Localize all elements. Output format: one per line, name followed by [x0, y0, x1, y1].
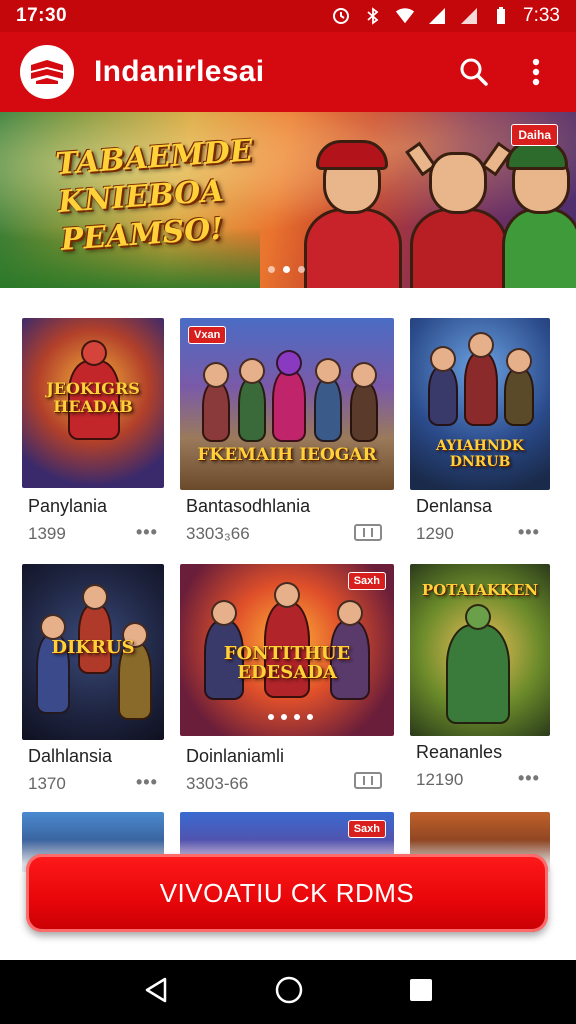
banner-title: TABAEMDE KNIEBOA PEAMSO! [54, 130, 291, 260]
app-title: Indanirlesai [94, 55, 265, 88]
game-meta: 3303-66 [186, 774, 249, 793]
app-root: 17:30 7:33 Indanirlesai TABAEMDE KNIEBOA… [0, 0, 576, 1024]
game-thumbnail-title: FKEMAIH IEOGAR [197, 445, 377, 465]
game-meta: 3303₃66 [186, 524, 250, 543]
game-thumbnail: AYIAHNDK DNRUB [410, 318, 550, 490]
cta-label: VIVOATIU CK RDMS [159, 877, 415, 908]
search-icon [460, 58, 488, 86]
game-card[interactable]: AYIAHNDK DNRUB Denlansa 1290 ••• [410, 318, 556, 558]
more-horizontal-icon[interactable]: ••• [136, 522, 158, 543]
game-thumbnail: FKEMAIH IEOGAR Vxan [180, 318, 394, 490]
search-button[interactable] [454, 52, 494, 92]
recents-button[interactable] [409, 978, 433, 1007]
game-card[interactable]: FONTITHUE EDESADA Saxh Doinlaniamli 3303… [180, 564, 396, 804]
status-bar: 17:30 7:33 [0, 0, 576, 32]
game-card[interactable]: DIKRUS Dalhlansia 1370 ••• [22, 564, 168, 804]
app-logo [20, 45, 74, 99]
more-vertical-icon [532, 58, 540, 86]
back-triangle-icon [145, 977, 166, 1002]
more-horizontal-icon[interactable]: ••• [136, 772, 158, 793]
gamepad-logo-icon [31, 60, 63, 84]
bluetooth-icon [363, 6, 383, 26]
status-time: 17:30 [16, 5, 68, 26]
app-bar: Indanirlesai [0, 32, 576, 112]
banner-character-3 [496, 134, 576, 288]
game-thumbnail: FONTITHUE EDESADA Saxh [180, 564, 394, 736]
pager-dot[interactable] [298, 266, 305, 273]
game-name: Reananles [416, 742, 503, 762]
game-name: Doinlaniamli [186, 746, 285, 766]
game-thumbnail-title: FONTITHUE EDESADA [223, 643, 351, 683]
more-horizontal-icon[interactable]: ••• [518, 768, 540, 789]
game-badge: Saxh [347, 572, 386, 590]
game-name: Denlansa [416, 496, 493, 516]
banner-character-1 [298, 134, 408, 288]
app-bar-actions [454, 52, 556, 92]
thumbnail-pager [268, 714, 313, 720]
game-thumbnail-title: POTAIAKKEN [421, 581, 539, 599]
game-card[interactable]: JEOKIGRS HEADAB Panylania 1399 ••• [22, 318, 168, 558]
game-name: Panylania [28, 496, 108, 516]
recents-square-icon [410, 978, 433, 1001]
game-badge: Saxh [347, 820, 386, 838]
game-meta: 1399 [28, 524, 66, 543]
overflow-menu-button[interactable] [516, 52, 556, 92]
game-badge: Vxan [188, 326, 227, 344]
game-thumbnail: POTAIAKKEN [410, 564, 550, 736]
alarm-icon [331, 6, 351, 26]
pager-dot-active[interactable] [283, 266, 290, 273]
status-icons: 7:33 [331, 5, 560, 27]
home-button[interactable] [274, 975, 304, 1010]
more-horizontal-icon[interactable]: ••• [518, 522, 540, 543]
banner-badge: Daiha [511, 124, 558, 146]
banner-pager [268, 266, 305, 273]
home-circle-icon [275, 976, 303, 1003]
game-name: Bantasodhlania [186, 496, 311, 516]
battery-icon [491, 6, 511, 26]
game-thumbnail-title: AYIAHNDK DNRUB [436, 438, 524, 470]
game-thumbnail-title: DIKRUS [51, 637, 135, 658]
controller-icon[interactable] [354, 772, 382, 789]
game-thumbnail: JEOKIGRS HEADAB [22, 318, 164, 488]
game-name: Dalhlansia [28, 746, 113, 766]
system-nav-bar [0, 960, 576, 1024]
game-card[interactable]: FKEMAIH IEOGAR Vxan Bantasodhlania 3303₃… [180, 318, 396, 558]
pager-dot[interactable] [268, 266, 275, 273]
primary-cta-button[interactable]: VIVOATIU CK RDMS [26, 854, 548, 932]
game-card[interactable]: POTAIAKKEN Reananles 12190 ••• [410, 564, 556, 804]
game-meta: 1370 [28, 774, 66, 793]
game-meta: 12190 [416, 770, 464, 789]
signal-icon-2 [459, 6, 479, 26]
controller-icon[interactable] [354, 524, 382, 541]
featured-banner[interactable]: TABAEMDE KNIEBOA PEAMSO! Daiha [0, 112, 576, 288]
back-button[interactable] [143, 976, 169, 1009]
game-thumbnail-title: JEOKIGRS HEADAB [46, 379, 140, 416]
signal-icon [427, 6, 447, 26]
wifi-icon [395, 6, 415, 26]
game-thumbnail: DIKRUS [22, 564, 164, 740]
game-meta: 1290 [416, 524, 454, 543]
status-time-right: 7:33 [523, 5, 560, 26]
